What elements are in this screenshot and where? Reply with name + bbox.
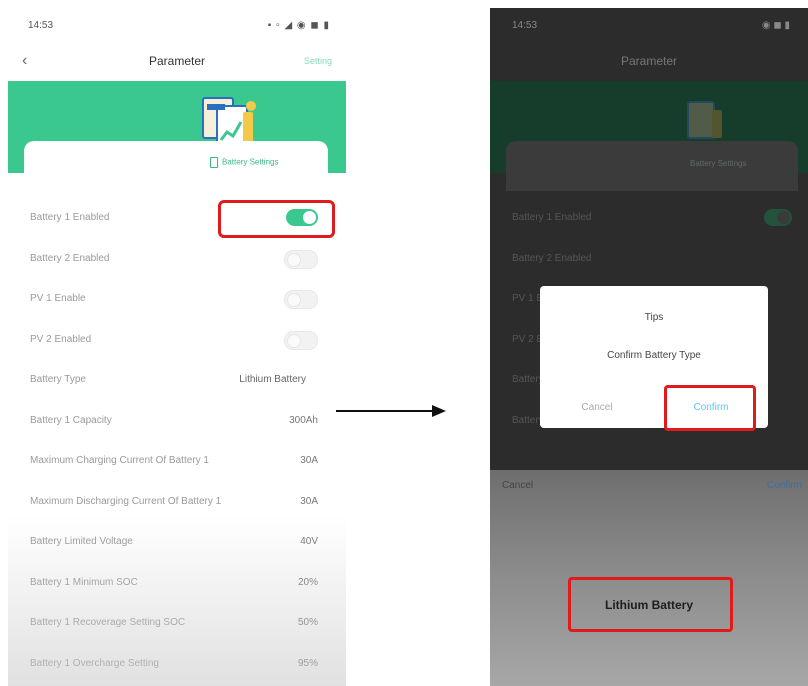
- battery-icon: [210, 157, 218, 168]
- dialog-message: Confirm Battery Type: [607, 350, 701, 361]
- setting-label: Battery 2 Enabled: [512, 252, 592, 264]
- tab-card: Battery Settings: [506, 141, 798, 191]
- status-bar: 14:53 ◉ ◼ ▮: [490, 8, 808, 42]
- picker-cancel-button[interactable]: Cancel: [502, 480, 533, 491]
- setting-row-pv2-enabled: PV 2 Enabled: [8, 320, 346, 361]
- setting-row-limited-voltage[interactable]: Battery Limited Voltage 40V: [8, 522, 346, 563]
- pv2-enabled-toggle[interactable]: [284, 330, 318, 350]
- status-icons: ▪ ▫ ◢ ◉ ◼ ▮: [267, 20, 330, 31]
- status-icons: ◉ ◼ ▮: [761, 20, 790, 31]
- page-title: Parameter: [620, 54, 678, 68]
- setting-row-max-discharge-current[interactable]: Maximum Discharging Current Of Battery 1…: [8, 482, 346, 523]
- setting-label: Battery 1 Minimum SOC: [30, 576, 138, 588]
- setting-value[interactable]: 40V: [300, 536, 318, 547]
- nav-action-button[interactable]: Setting: [304, 56, 332, 66]
- setting-label: PV 2 Enabled: [30, 333, 92, 345]
- left-phone-screen: 14:53 ▪ ▫ ◢ ◉ ◼ ▮ ‹ Parameter Setting Ba…: [8, 8, 346, 686]
- tab-card: Battery Settings: [24, 141, 328, 187]
- setting-label: Battery 2 Enabled: [30, 252, 110, 264]
- setting-row-battery-type[interactable]: Battery Type Lithium Battery: [8, 360, 346, 401]
- battery1-enabled-toggle[interactable]: [764, 209, 792, 226]
- nav-bar: ‹ Parameter Setting: [8, 48, 346, 78]
- settings-list: Battery 1 Enabled Battery 2 Enabled PV 1…: [8, 198, 346, 684]
- setting-label: Battery Limited Voltage: [30, 536, 133, 547]
- setting-value[interactable]: 300Ah: [289, 415, 318, 426]
- highlight-box-confirm: [664, 385, 756, 431]
- dialog-cancel-button[interactable]: Cancel: [540, 402, 654, 413]
- dialog-title: Tips: [644, 312, 664, 323]
- setting-value[interactable]: 20%: [298, 577, 318, 588]
- setting-row-battery1-capacity[interactable]: Battery 1 Capacity 300Ah: [8, 401, 346, 442]
- setting-row-recover-soc[interactable]: Battery 1 Recoverage Setting SOC 50%: [8, 603, 346, 644]
- setting-row-battery2-enabled: Battery 2 Enabled: [8, 239, 346, 280]
- setting-value[interactable]: 30A: [300, 496, 318, 507]
- setting-row-overcharge[interactable]: Battery 1 Overcharge Setting 95%: [8, 644, 346, 685]
- picker-confirm-button[interactable]: Confirm: [767, 480, 802, 491]
- setting-label: Battery 1 Overcharge Setting: [30, 657, 159, 669]
- setting-label: Battery 1 Capacity: [30, 414, 112, 426]
- highlight-box-option: [568, 577, 733, 632]
- setting-row: Battery 2 Enabled: [490, 239, 808, 280]
- tab-battery-settings[interactable]: Battery Settings: [210, 157, 278, 168]
- tab-battery-settings[interactable]: Battery Settings: [690, 159, 746, 168]
- setting-value[interactable]: 50%: [298, 617, 318, 628]
- battery2-enabled-toggle[interactable]: [284, 249, 318, 269]
- setting-row-pv1-enable: PV 1 Enable: [8, 279, 346, 320]
- setting-label: Maximum Charging Current Of Battery 1: [30, 455, 209, 466]
- setting-label: PV 1 Enable: [30, 293, 86, 304]
- setting-value[interactable]: 30A: [300, 455, 318, 466]
- setting-row-min-soc[interactable]: Battery 1 Minimum SOC 20%: [8, 563, 346, 604]
- status-time: 14:53: [28, 20, 54, 31]
- setting-label: Maximum Discharging Current Of Battery 1: [30, 495, 222, 507]
- setting-label: Battery 1 Enabled: [30, 212, 110, 223]
- highlight-box-toggle: [218, 200, 335, 238]
- document-chart-illustration-icon: [687, 101, 722, 139]
- setting-label: Battery 1 Enabled: [512, 212, 592, 223]
- page-title: Parameter: [148, 54, 206, 68]
- setting-value[interactable]: 95%: [298, 658, 318, 669]
- tab-battery-settings-label: Battery Settings: [222, 157, 279, 167]
- setting-label: Battery Type: [30, 374, 86, 385]
- setting-row: Battery 1 Enabled: [490, 198, 808, 239]
- arrow-right-icon: [336, 405, 446, 417]
- setting-row-max-charge-current[interactable]: Maximum Charging Current Of Battery 1 30…: [8, 441, 346, 482]
- status-time: 14:53: [512, 20, 538, 31]
- setting-label: Battery 1 Recoverage Setting SOC: [30, 617, 186, 628]
- battery-type-value[interactable]: Lithium Battery: [239, 374, 306, 385]
- status-bar: 14:53 ▪ ▫ ◢ ◉ ◼ ▮: [8, 8, 346, 42]
- pv1-enable-toggle[interactable]: [284, 290, 318, 309]
